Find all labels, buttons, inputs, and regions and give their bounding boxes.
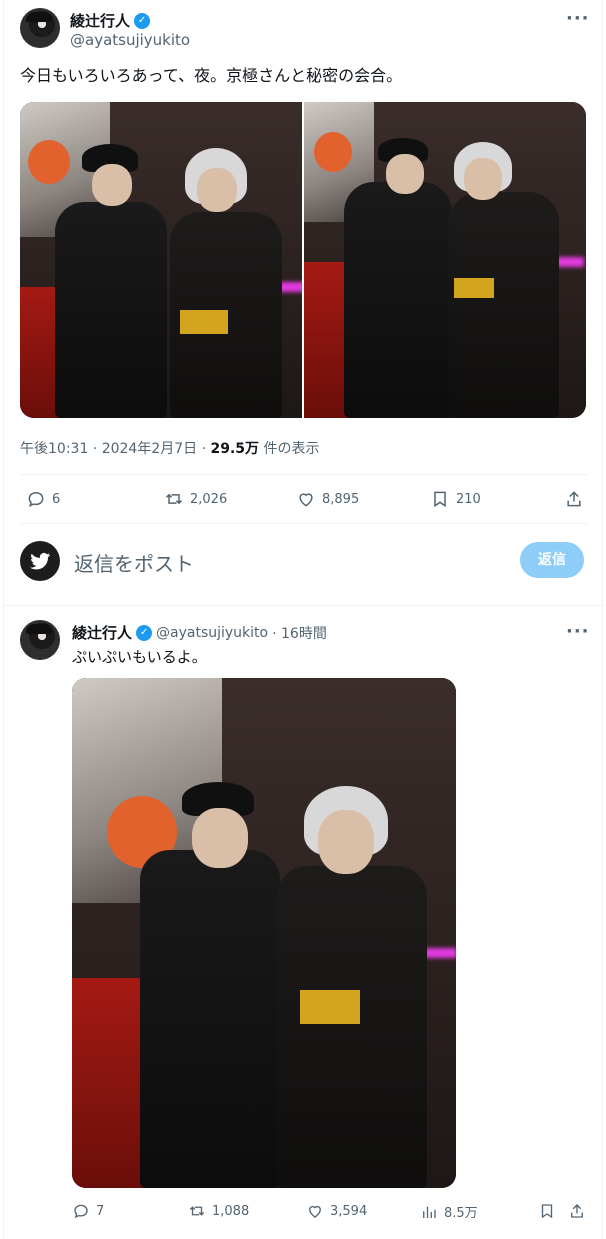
share-button[interactable] <box>568 1202 586 1220</box>
bookmark-icon <box>541 1204 553 1219</box>
share-icon <box>567 491 581 507</box>
repost-button[interactable]: 2,026 <box>164 489 227 509</box>
reply-submit-button[interactable]: 返信 <box>520 542 584 578</box>
tweet-photo-1[interactable] <box>20 102 302 418</box>
share-button[interactable] <box>564 489 584 509</box>
views-button[interactable]: 8.5万 <box>420 1202 478 1221</box>
tweet-timestamp[interactable]: · 16時間 <box>272 623 327 643</box>
bookmark-button[interactable] <box>538 1202 556 1220</box>
like-count: 8,895 <box>322 491 360 507</box>
repost-count: 1,088 <box>212 1203 250 1219</box>
like-icon <box>299 493 313 507</box>
repost-icon <box>165 493 183 505</box>
reply-icon <box>74 1204 88 1219</box>
author-handle[interactable]: @ayatsujiyukito <box>70 31 190 49</box>
tweet-photo[interactable] <box>72 678 456 1188</box>
divider <box>20 523 588 524</box>
views-icon <box>423 1206 436 1218</box>
tweet-photo-2[interactable] <box>304 102 586 418</box>
bookmark-icon <box>434 491 446 508</box>
like-icon <box>309 1205 321 1218</box>
like-button[interactable]: 8,895 <box>296 489 359 509</box>
tweet-timestamp[interactable]: 午後10:31 · 2024年2月7日 · <box>20 441 211 457</box>
verified-icon: ✓ <box>136 624 153 641</box>
view-count: 29.5万 <box>210 441 260 457</box>
reply-icon <box>28 491 44 508</box>
author-avatar[interactable] <box>20 8 60 48</box>
section-separator <box>4 605 604 606</box>
share-icon <box>571 1204 583 1218</box>
verified-icon: ✓ <box>134 12 151 29</box>
reply-button[interactable]: 6 <box>26 489 60 509</box>
tweet-meta: 午後10:31 · 2024年2月7日 · 29.5万 件の表示 <box>20 438 320 458</box>
reply-avatar <box>20 541 60 581</box>
author-avatar[interactable] <box>20 620 60 660</box>
author-name-row: 綾辻行人 ✓ <box>70 10 151 31</box>
view-label: 件の表示 <box>259 441 320 457</box>
tweet-text: 今日もいろいろあって、夜。京極さんと秘密の会合。 <box>20 66 403 85</box>
tweet-text: ぷいぷいもいるよ。 <box>72 648 207 666</box>
reply-count: 7 <box>96 1203 105 1219</box>
author-handle[interactable]: @ayatsujiyukito <box>156 625 268 641</box>
reply-count: 6 <box>52 491 61 507</box>
author-name[interactable]: 綾辻行人 <box>70 10 130 31</box>
repost-icon <box>189 1206 205 1216</box>
like-count: 3,594 <box>330 1203 368 1219</box>
divider <box>20 474 588 475</box>
repost-count: 2,026 <box>190 491 228 507</box>
like-button[interactable]: 3,594 <box>306 1202 367 1220</box>
repost-button[interactable]: 1,088 <box>188 1202 249 1220</box>
views-count: 8.5万 <box>444 1206 478 1221</box>
twitter-bird-icon <box>30 553 50 570</box>
author-name-row: 綾辻行人 ✓ @ayatsujiyukito · 16時間 <box>72 622 327 643</box>
author-name[interactable]: 綾辻行人 <box>72 622 132 643</box>
bookmark-button[interactable]: 210 <box>430 489 481 509</box>
reply-input[interactable]: 返信をポスト <box>74 548 194 577</box>
bookmark-count: 210 <box>456 491 481 507</box>
more-icon[interactable]: ··· <box>566 8 590 29</box>
more-icon[interactable]: ··· <box>566 621 590 642</box>
timeline-column: 綾辻行人 ✓ @ayatsujiyukito ··· 今日もいろいろあって、夜。… <box>3 0 604 1239</box>
reply-button[interactable]: 7 <box>72 1202 104 1220</box>
